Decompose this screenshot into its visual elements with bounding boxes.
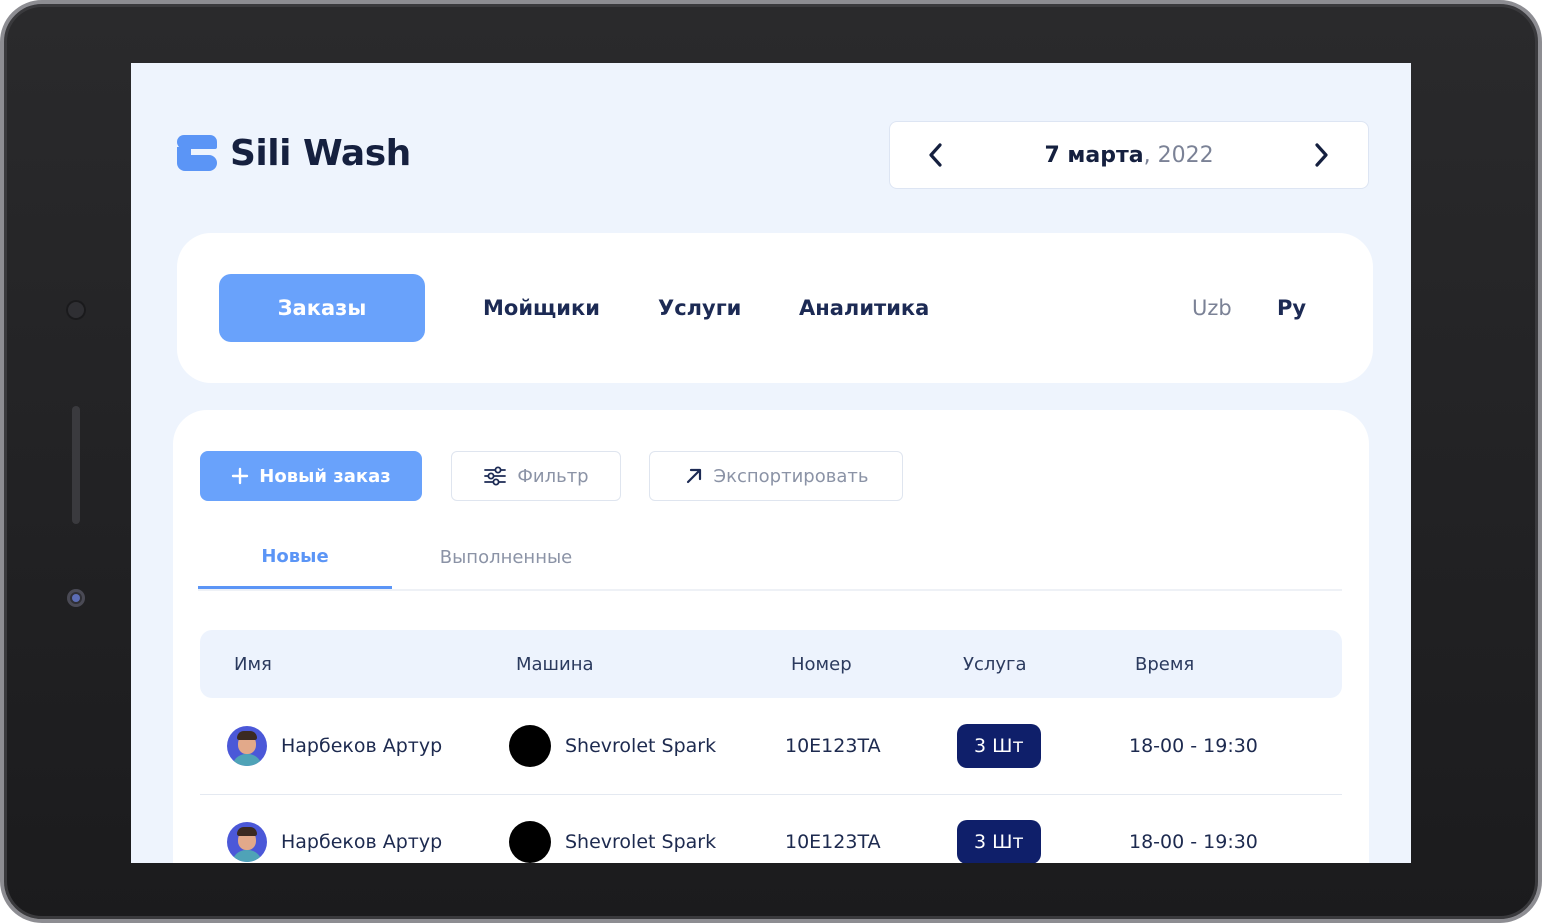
car-color-dot [509, 821, 551, 863]
filter-sliders-icon [484, 466, 507, 486]
new-order-button[interactable]: Новый заказ [200, 451, 422, 501]
car-model: Shevrolet Spark [565, 831, 717, 853]
column-header-service: Услуга [963, 653, 1027, 675]
front-camera [66, 300, 86, 320]
tab-completed[interactable]: Выполненные [416, 527, 596, 587]
cell-time: 18-00 - 19:30 [1129, 831, 1258, 853]
logo-text: Sili Wash [230, 132, 411, 174]
chevron-left-icon [929, 143, 942, 167]
service-badge: 3 Шт [957, 820, 1041, 863]
date-label: 7 марта, 2022 [1044, 143, 1213, 168]
arrow-up-right-icon [686, 468, 701, 484]
table-row[interactable]: Нарбеков Артур Shevrolet Spark 10E123TA … [200, 794, 1342, 863]
avatar [227, 822, 267, 862]
nav-tab-orders[interactable]: Заказы [219, 274, 425, 342]
cell-car: Shevrolet Spark [509, 794, 716, 863]
cell-number: 10E123TA [785, 735, 881, 757]
column-header-name: Имя [234, 653, 272, 675]
cell-car: Shevrolet Spark [509, 698, 716, 794]
export-label: Экспортировать [713, 465, 869, 487]
new-order-label: Новый заказ [259, 465, 391, 487]
lang-ru[interactable]: Ру [1277, 274, 1306, 342]
side-button [72, 406, 80, 524]
app-logo: Sili Wash [177, 131, 411, 175]
filter-button[interactable]: Фильтр [451, 451, 621, 501]
cell-number: 10E123TA [785, 831, 881, 853]
orders-panel: Новый заказ Фильтр Экспортировать Новые … [173, 410, 1369, 863]
date-day-month: 7 марта [1044, 142, 1144, 168]
cell-name: Нарбеков Артур [227, 794, 442, 863]
nav-tab-analytics[interactable]: Аналитика [799, 274, 929, 342]
date-year: 2022 [1150, 142, 1214, 168]
avatar [227, 726, 267, 766]
chevron-right-icon [1315, 143, 1328, 167]
prev-date-button[interactable] [921, 140, 951, 170]
nav-tab-washers[interactable]: Мойщики [483, 274, 600, 342]
tab-new[interactable]: Новые [198, 527, 392, 589]
cell-service: 3 Шт [957, 698, 1041, 794]
car-model: Shevrolet Spark [565, 735, 717, 757]
camera-lens [67, 589, 85, 607]
table-header: Имя Машина Номер Услуга Время [200, 630, 1342, 698]
column-header-car: Машина [516, 653, 594, 675]
filter-label: Фильтр [517, 465, 589, 487]
order-status-tabs: Новые Выполненные [198, 527, 1342, 591]
service-badge: 3 Шт [957, 724, 1041, 768]
cell-service: 3 Шт [957, 794, 1041, 863]
nav-tab-services[interactable]: Услуги [658, 274, 741, 342]
app-screen: Sili Wash 7 марта, 2022 Заказы Мойщики У… [131, 63, 1411, 863]
car-color-dot [509, 725, 551, 767]
main-nav: Заказы Мойщики Услуги Аналитика Uzb Ру [177, 233, 1373, 383]
column-header-number: Номер [791, 653, 852, 675]
plus-icon [232, 467, 249, 485]
date-separator: , [1143, 142, 1151, 168]
next-date-button[interactable] [1306, 140, 1336, 170]
customer-name: Нарбеков Артур [281, 831, 443, 853]
customer-name: Нарбеков Артур [281, 735, 443, 757]
date-picker: 7 марта, 2022 [889, 121, 1369, 189]
column-header-time: Время [1135, 653, 1195, 675]
cell-name: Нарбеков Артур [227, 698, 442, 794]
cell-time: 18-00 - 19:30 [1129, 735, 1258, 757]
export-button[interactable]: Экспортировать [649, 451, 903, 501]
table-row[interactable]: Нарбеков Артур Shevrolet Spark 10E123TA … [200, 698, 1342, 795]
lang-uzb[interactable]: Uzb [1192, 274, 1232, 342]
logo-icon [177, 131, 217, 175]
